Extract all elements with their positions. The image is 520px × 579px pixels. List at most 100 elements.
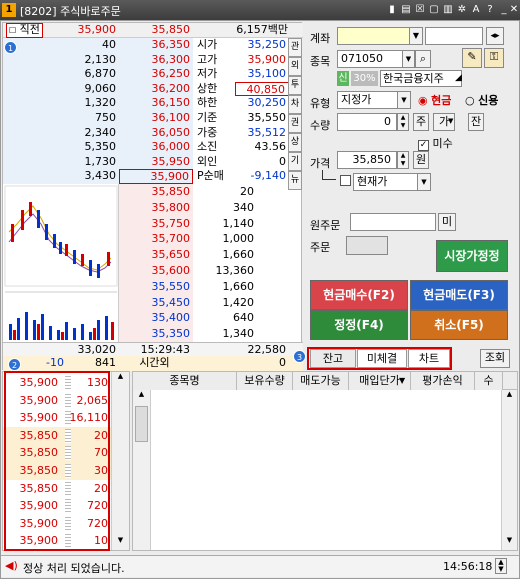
buy-qty: 340 — [233, 200, 254, 214]
search-icon[interactable]: ⌕ — [415, 50, 431, 68]
grid-right-scroll[interactable]: ▲ ▼ — [501, 390, 517, 550]
market-modify-button[interactable]: 시장가정정 — [436, 240, 508, 272]
sell-price[interactable]: 36,350 — [119, 38, 193, 53]
close-icon[interactable]: ✕ — [508, 3, 520, 16]
buy-price[interactable]: 35,400 — [119, 310, 193, 327]
buy-price[interactable]: 35,850 — [119, 184, 193, 200]
help-icon[interactable]: ? — [484, 3, 496, 16]
sell-price[interactable]: 36,100 — [119, 111, 193, 126]
cancel-order-button[interactable]: 취소(F5) — [410, 310, 508, 340]
grid-left-scroll[interactable]: ▲ — [133, 390, 151, 550]
buy-price[interactable]: 35,650 — [119, 247, 193, 263]
qty-available-dropdown[interactable]: ▼ — [448, 117, 453, 125]
sell-price[interactable]: 36,050 — [119, 125, 193, 141]
buy-price[interactable]: 35,600 — [119, 263, 193, 279]
grid-scroll-down-icon[interactable]: ▼ — [502, 536, 517, 550]
swap-icon[interactable]: ◂▸ — [486, 27, 504, 45]
status-stepper[interactable]: ▲ ▼ — [495, 558, 507, 574]
buy-price[interactable]: 35,800 — [119, 199, 193, 216]
buy-price[interactable]: 35,450 — [119, 294, 193, 311]
tab-unfilled[interactable]: 미체결 — [357, 349, 407, 368]
qty-shares-button[interactable]: 주 — [413, 113, 429, 131]
favorite-icon[interactable]: ✎ — [462, 48, 482, 68]
price-stepper[interactable]: ▲ ▼ — [397, 151, 409, 169]
sell-row[interactable]: 1,320 36,150 하한 30,250 — [3, 96, 303, 111]
tab-balance[interactable]: 잔고 — [310, 349, 356, 368]
current-price-dropdown[interactable]: ▼ — [417, 173, 431, 191]
type-dropdown[interactable]: ▼ — [397, 91, 411, 109]
qty-stepper[interactable]: ▲ ▼ — [397, 113, 409, 131]
side-tab[interactable]: 권 — [288, 114, 302, 133]
undecided-checkbox[interactable]: ✓ 미수 — [418, 135, 453, 151]
account-password[interactable] — [425, 27, 483, 45]
sell-price[interactable]: 35,950 — [119, 154, 193, 170]
tick-scrollbar[interactable]: ▲ ▼ — [111, 372, 129, 550]
mode-selector[interactable]: ☐ 직전 — [6, 23, 43, 38]
side-tab[interactable]: 상 — [288, 133, 302, 152]
sell-row[interactable]: 3,430 35,900 P순매 -9,140 — [3, 169, 303, 184]
query-button[interactable]: 조회 — [480, 349, 510, 368]
credit-radio[interactable]: ○ 신용 — [465, 92, 498, 108]
sell-price[interactable]: 36,200 — [119, 81, 193, 97]
mini-chart[interactable] — [3, 184, 119, 342]
grid-scroll-up-icon[interactable]: ▲ — [133, 390, 150, 404]
col-sellable[interactable]: 매도가능 — [293, 372, 349, 390]
split-icon[interactable]: ▥ — [442, 3, 454, 16]
sell-row[interactable]: 2,340 36,050 가중 35,512 — [3, 125, 303, 141]
side-tab[interactable]: 관 — [288, 38, 302, 57]
sell-row[interactable]: 2,130 36,300 고가 35,900 — [3, 52, 303, 68]
col-more[interactable]: 수 — [475, 372, 503, 390]
grid-scroll-up-icon-2[interactable]: ▲ — [502, 390, 517, 404]
code-dropdown[interactable]: ▼ — [402, 50, 415, 68]
modify-button[interactable]: 정정(F4) — [310, 310, 408, 340]
side-tab[interactable]: 외 — [288, 57, 302, 76]
window-icon[interactable]: ▢ — [428, 3, 440, 16]
buy-price[interactable]: 35,350 — [119, 326, 193, 342]
scroll-up-icon[interactable]: ▲ — [112, 372, 129, 386]
orig-order-input[interactable] — [350, 213, 436, 231]
buy-price[interactable]: 35,550 — [119, 278, 193, 295]
sell-price[interactable]: 36,000 — [119, 140, 193, 155]
sell-row[interactable]: 5,350 36,000 소진 43.56 — [3, 140, 303, 155]
close-box-icon[interactable]: ☒ — [414, 3, 426, 16]
side-tab[interactable]: 기 — [288, 152, 302, 171]
cash-radio[interactable]: ◉ 현금 — [418, 92, 451, 108]
tab-chart[interactable]: 차트 — [408, 349, 450, 368]
current-price-checkbox[interactable] — [340, 175, 351, 186]
type-label: 유형 — [310, 97, 331, 110]
settings-star-icon[interactable]: ✲ — [456, 3, 468, 16]
sell-row[interactable]: 6,870 36,250 저가 35,100 — [3, 67, 303, 82]
col-dropdown-icon[interactable]: ▼ — [399, 376, 405, 385]
sell-row[interactable]: 750 36,100 기준 35,550 — [3, 111, 303, 126]
key-icon[interactable]: ⚿ — [484, 48, 504, 68]
sell-price[interactable]: 36,300 — [119, 52, 193, 68]
cash-sell-button[interactable]: 현금매도(F3) — [410, 280, 508, 310]
stock-dropdown-icon[interactable]: ◢ — [455, 73, 462, 83]
buy-price[interactable]: 35,700 — [119, 231, 193, 248]
sell-row[interactable]: 9,060 36,200 상한 40,850 — [3, 81, 303, 97]
font-size-icon[interactable]: A — [470, 3, 482, 16]
sell-price[interactable]: 35,900 — [119, 169, 193, 184]
side-tab[interactable]: 투 — [288, 76, 302, 95]
col-hold-qty[interactable]: 보유수량 — [237, 372, 293, 390]
sell-price[interactable]: 36,250 — [119, 67, 193, 82]
side-tab[interactable]: 차 — [288, 95, 302, 114]
cash-buy-button[interactable]: 현금매수(F2) — [310, 280, 408, 310]
side-tab[interactable]: 뉴 — [288, 171, 302, 190]
sell-row[interactable]: 40 36,350 시가 35,250 — [3, 38, 303, 53]
qty-balance-button[interactable]: 잔 — [468, 113, 484, 131]
account-dropdown[interactable]: ▼ — [409, 27, 423, 45]
grid-scroll-thumb[interactable] — [135, 406, 148, 442]
qty-input[interactable]: 0 — [337, 113, 397, 131]
col-eval-pl[interactable]: 평가손익 — [411, 372, 475, 390]
buy-price[interactable]: 35,750 — [119, 215, 193, 232]
sell-row[interactable]: 1,730 35,950 외인 0 — [3, 154, 303, 170]
save-icon[interactable]: ▤ — [400, 3, 412, 16]
col-stock-name[interactable]: 종목명 — [133, 372, 237, 390]
price-input[interactable]: 35,850 — [337, 151, 397, 169]
mouse-icon[interactable]: ▮ — [386, 3, 398, 16]
scroll-down-icon[interactable]: ▼ — [112, 536, 129, 550]
unfilled-button[interactable]: 미 — [438, 213, 456, 231]
after-volume: 841 — [95, 356, 116, 369]
sell-price[interactable]: 36,150 — [119, 96, 193, 111]
